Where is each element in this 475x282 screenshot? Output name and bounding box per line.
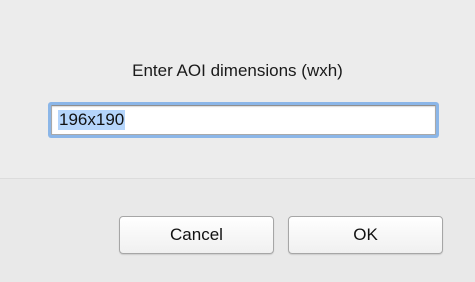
prompt-label: Enter AOI dimensions (wxh) <box>132 61 343 80</box>
dimensions-input[interactable]: 196x190 <box>51 105 436 135</box>
aoi-dimensions-dialog: Enter AOI dimensions (wxh) 196x190 Cance… <box>0 0 475 282</box>
cancel-button[interactable]: Cancel <box>119 216 274 254</box>
dimensions-input-value[interactable]: 196x190 <box>58 110 126 130</box>
dialog-content: Enter AOI dimensions (wxh) 196x190 <box>0 0 475 178</box>
ok-button[interactable]: OK <box>288 216 443 254</box>
